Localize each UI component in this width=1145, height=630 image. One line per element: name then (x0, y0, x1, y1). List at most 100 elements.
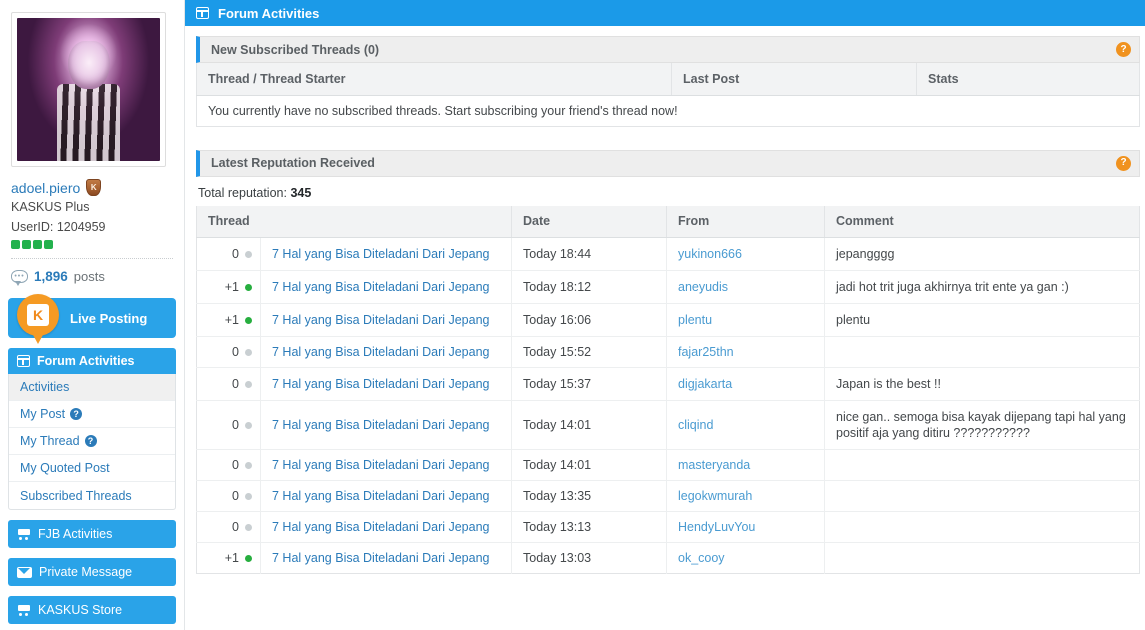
date-cell: Today 14:01 (511, 400, 667, 450)
table-row: 0 7 Hal yang Bisa Diteladani Dari Jepang T… (196, 237, 1140, 271)
reputation-score-cell: 0 (196, 480, 261, 512)
from-user-link[interactable]: digjakarta (678, 377, 732, 391)
sidebar-item-label: Activities (20, 380, 70, 394)
posts-counter: ••• 1,896 posts (11, 258, 173, 286)
reputation-score: 0 (232, 377, 239, 391)
page-title: Forum Activities (218, 5, 320, 21)
positive-dot-icon (245, 555, 252, 563)
thread-link[interactable]: 7 Hal yang Bisa Diteladani Dari Jepang (272, 313, 490, 327)
neutral-dot-icon (245, 493, 252, 501)
from-user-link[interactable]: plentu (678, 313, 712, 327)
posts-label: posts (73, 269, 105, 284)
reputation-dot (11, 240, 20, 249)
from-user-link[interactable]: legokwmurah (678, 489, 752, 503)
date-cell: Today 13:35 (511, 480, 667, 512)
thread-link[interactable]: 7 Hal yang Bisa Diteladani Dari Jepang (272, 418, 490, 432)
thread-link[interactable]: 7 Hal yang Bisa Diteladani Dari Jepang (272, 458, 490, 472)
thread-link[interactable]: 7 Hal yang Bisa Diteladani Dari Jepang (272, 345, 490, 359)
comment-cell: Japan is the best !! (824, 367, 1140, 401)
sidebar: adoel.piero K KASKUS Plus UserID: 120495… (0, 0, 185, 630)
sidebar-item-my-thread[interactable]: My Thread ? (9, 428, 175, 455)
table-row: +1 7 Hal yang Bisa Diteladani Dari Jepang… (196, 303, 1140, 337)
reputation-score-cell: 0 (196, 400, 261, 450)
reputation-score: 0 (232, 458, 239, 472)
table-row: 0 7 Hal yang Bisa Diteladani Dari Jepang T… (196, 480, 1140, 512)
sidebar-item-label: Subscribed Threads (20, 488, 132, 503)
username-link[interactable]: adoel.piero (11, 180, 80, 196)
posts-count: 1,896 (34, 269, 68, 284)
from-cell: HendyLuvYou (666, 511, 825, 543)
cart-icon (17, 528, 31, 540)
table-row: 0 7 Hal yang Bisa Diteladani Dari Jepang T… (196, 511, 1140, 543)
thread-link[interactable]: 7 Hal yang Bisa Diteladani Dari Jepang (272, 551, 490, 565)
userid-label: UserID: 1204959 (11, 220, 106, 234)
sidebar-nav-list: Activities My Post ? My Thread ? My Quot… (8, 374, 176, 510)
comment-cell: jadi hot trit juga akhirnya trit ente ya… (824, 270, 1140, 304)
help-circle-icon[interactable]: ? (1116, 155, 1131, 171)
sidebar-item-label: Private Message (39, 565, 133, 579)
help-circle-icon[interactable]: ? (70, 408, 83, 420)
sidebar-section-forum-activities[interactable]: Forum Activities (8, 348, 176, 374)
column-header-last-post: Last Post (671, 63, 917, 96)
thread-link[interactable]: 7 Hal yang Bisa Diteladani Dari Jepang (272, 280, 490, 294)
subscribed-threads-title: New Subscribed Threads (0) (211, 42, 380, 57)
thread-link[interactable]: 7 Hal yang Bisa Diteladani Dari Jepang (272, 247, 490, 261)
comment-cell (824, 449, 1140, 481)
reputation-score-cell: 0 (196, 449, 261, 481)
sidebar-item-fjb-activities[interactable]: FJB Activities (8, 520, 176, 548)
reputation-dots (11, 240, 173, 249)
from-user-link[interactable]: masteryanda (678, 458, 750, 472)
sidebar-item-label: My Post (20, 407, 66, 421)
table-row: 0 7 Hal yang Bisa Diteladani Dari Jepang T… (196, 449, 1140, 481)
thread-cell: 7 Hal yang Bisa Diteladani Dari Jepang (260, 400, 512, 450)
thread-link[interactable]: 7 Hal yang Bisa Diteladani Dari Jepang (272, 489, 490, 503)
thread-cell: 7 Hal yang Bisa Diteladani Dari Jepang (260, 270, 512, 304)
window-panel-icon (196, 7, 209, 19)
date-cell: Today 18:12 (511, 270, 667, 304)
kaskus-logo-icon: K (17, 294, 59, 344)
from-user-link[interactable]: ok_cooy (678, 551, 725, 565)
total-reputation: Total reputation: 345 (198, 186, 1140, 200)
username-row: adoel.piero K (11, 179, 173, 196)
date-cell: Today 13:03 (511, 542, 667, 574)
from-user-link[interactable]: fajar25thn (678, 345, 734, 359)
sidebar-section-label: Forum Activities (37, 354, 135, 368)
thread-cell: 7 Hal yang Bisa Diteladani Dari Jepang (260, 336, 512, 368)
sidebar-item-private-message[interactable]: Private Message (8, 558, 176, 586)
column-header-from: From (666, 205, 825, 238)
help-circle-icon[interactable]: ? (1116, 42, 1131, 57)
sidebar-item-subscribed-threads[interactable]: Subscribed Threads (9, 482, 175, 509)
sidebar-item-activities[interactable]: Activities (9, 374, 175, 401)
from-user-link[interactable]: aneyudis (678, 280, 728, 294)
from-user-link[interactable]: HendyLuvYou (678, 520, 755, 534)
table-row: 0 7 Hal yang Bisa Diteladani Dari Jepang T… (196, 400, 1140, 450)
table-row: 0 7 Hal yang Bisa Diteladani Dari Jepang T… (196, 367, 1140, 401)
sidebar-item-label: My Quoted Post (20, 461, 110, 475)
sidebar-item-kaskus-store[interactable]: KASKUS Store (8, 596, 176, 624)
reputation-table-body: 0 7 Hal yang Bisa Diteladani Dari Jepang T… (196, 237, 1140, 574)
reputation-score-cell: 0 (196, 367, 261, 401)
comment-cell (824, 480, 1140, 512)
sidebar-item-label: My Thread (20, 434, 80, 448)
sidebar-item-my-post[interactable]: My Post ? (9, 401, 175, 428)
reputation-score-cell: 0 (196, 511, 261, 543)
reputation-panel-header: Latest Reputation Received ? (196, 149, 1140, 177)
thread-link[interactable]: 7 Hal yang Bisa Diteladani Dari Jepang (272, 520, 490, 534)
help-circle-icon[interactable]: ? (84, 435, 97, 447)
from-cell: plentu (666, 303, 825, 337)
positive-dot-icon (245, 317, 252, 325)
comment-cell: plentu (824, 303, 1140, 337)
main-body: New Subscribed Threads (0) ? Thread / Th… (185, 26, 1145, 574)
reputation-dot (33, 240, 42, 249)
positive-dot-icon (245, 284, 252, 292)
comment-cell: jepangggg (824, 237, 1140, 271)
from-user-link[interactable]: cliqind (678, 418, 713, 432)
reputation-score: 0 (232, 520, 239, 534)
live-posting-button[interactable]: K Live Posting (8, 294, 176, 344)
from-user-link[interactable]: yukinon666 (678, 247, 742, 261)
sidebar-item-my-quoted-post[interactable]: My Quoted Post (9, 455, 175, 482)
thread-link[interactable]: 7 Hal yang Bisa Diteladani Dari Jepang (272, 377, 490, 391)
date-cell: Today 18:44 (511, 237, 667, 271)
avatar[interactable] (11, 12, 166, 167)
thread-cell: 7 Hal yang Bisa Diteladani Dari Jepang (260, 480, 512, 512)
